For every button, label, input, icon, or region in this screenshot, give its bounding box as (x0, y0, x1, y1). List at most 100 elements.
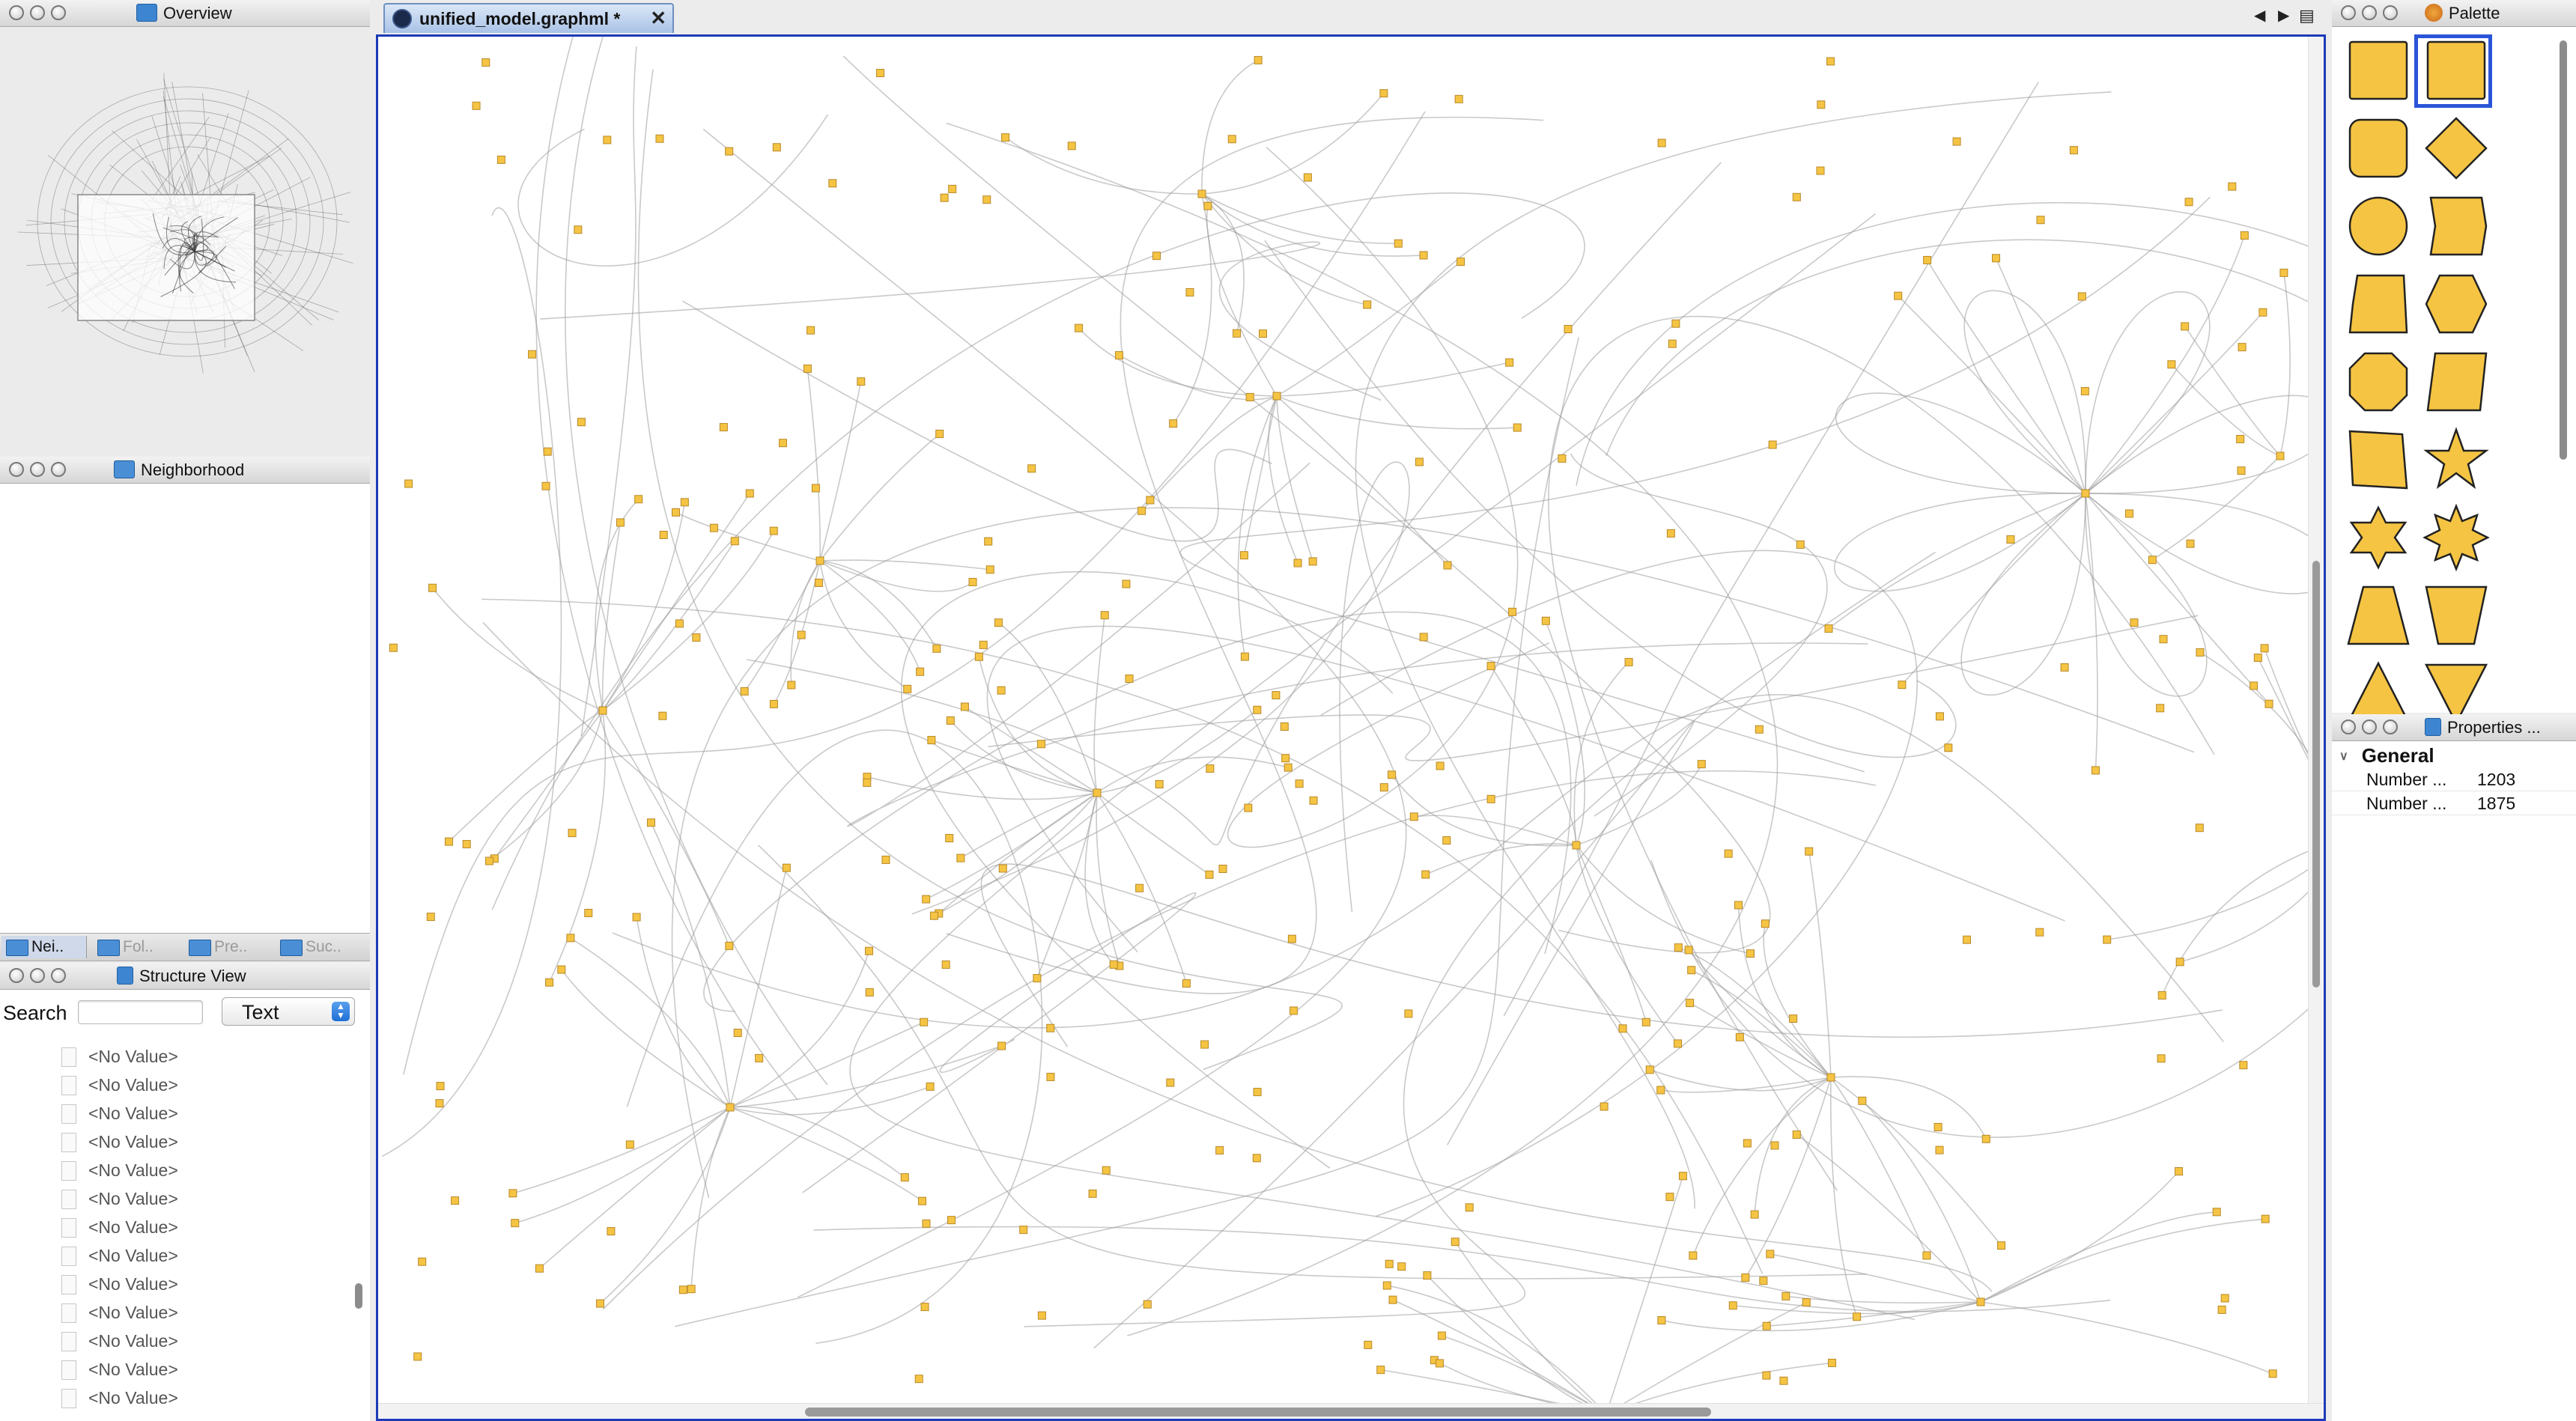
graph-node[interactable] (1858, 1096, 1867, 1105)
maximize-icon[interactable] (51, 5, 66, 20)
graph-node[interactable] (1143, 1300, 1152, 1309)
graph-node[interactable] (1036, 740, 1045, 749)
graph-node[interactable] (2196, 648, 2205, 657)
graph-node[interactable] (1205, 870, 1214, 879)
graph-node[interactable] (828, 179, 837, 188)
graph-node[interactable] (2167, 360, 2176, 369)
graph-node[interactable] (1933, 1122, 1942, 1131)
palette-shape-parallelogram-right[interactable] (2420, 346, 2492, 418)
graph-node[interactable] (2250, 681, 2258, 690)
graph-node[interactable] (815, 556, 824, 565)
graph-node[interactable] (1997, 1241, 2006, 1250)
graph-node[interactable] (1923, 255, 1932, 264)
graph-node[interactable] (900, 1173, 909, 1182)
graph-node[interactable] (413, 1352, 422, 1361)
graph-node[interactable] (2228, 182, 2237, 191)
graph-node[interactable] (1284, 763, 1292, 772)
graph-node[interactable] (541, 481, 550, 490)
graph-node[interactable] (745, 489, 754, 498)
graph-node[interactable] (389, 643, 398, 652)
graph-node[interactable] (1657, 1316, 1666, 1325)
graph-node[interactable] (1564, 325, 1573, 334)
scroll-thumb[interactable] (805, 1408, 1711, 1417)
graph-node[interactable] (1215, 1146, 1224, 1155)
graph-node[interactable] (1240, 652, 1249, 661)
graph-node[interactable] (1169, 419, 1178, 428)
graph-node[interactable] (1894, 291, 1903, 300)
graph-node[interactable] (1280, 722, 1289, 731)
graph-node[interactable] (1541, 616, 1550, 625)
graph-node[interactable] (1218, 864, 1227, 873)
graph-node[interactable] (1645, 1065, 1654, 1074)
graph-node[interactable] (2236, 434, 2245, 443)
graph-node[interactable] (1376, 1366, 1385, 1375)
minimize-icon[interactable] (30, 5, 45, 20)
graph-node[interactable] (428, 583, 437, 592)
graph-node[interactable] (1075, 323, 1084, 332)
graph-drawing[interactable] (378, 37, 2309, 1404)
graph-node[interactable] (436, 1082, 445, 1091)
search-mode-select[interactable]: Text ▲ ▼ (222, 997, 355, 1026)
graph-node[interactable] (451, 1196, 460, 1205)
palette-shape-parallelogram-skew[interactable] (2342, 424, 2414, 496)
graph-node[interactable] (1272, 691, 1281, 700)
graph-node[interactable] (985, 565, 994, 574)
graph-node[interactable] (974, 652, 983, 661)
graph-node[interactable] (1750, 1210, 1759, 1219)
graph-node[interactable] (675, 619, 684, 628)
graph-node[interactable] (984, 537, 993, 546)
graph-node[interactable] (1122, 579, 1131, 588)
palette-shape-octagon[interactable] (2342, 346, 2414, 418)
graph-node[interactable] (1768, 440, 1777, 449)
graph-node[interactable] (956, 853, 965, 862)
graph-node[interactable] (1394, 239, 1403, 248)
graph-node[interactable] (1766, 1250, 1775, 1259)
graph-node[interactable] (1244, 803, 1253, 812)
graph-node[interactable] (903, 684, 912, 693)
graph-node[interactable] (1668, 339, 1677, 348)
palette-shape-trapezoid-inverted[interactable] (2420, 579, 2492, 651)
graph-node[interactable] (1245, 392, 1254, 401)
maximize-icon[interactable] (2383, 5, 2398, 20)
graph-node[interactable] (1746, 949, 1755, 958)
graph-node[interactable] (1657, 139, 1666, 147)
graph-node[interactable] (1435, 1359, 1444, 1368)
graph-node[interactable] (1419, 251, 1428, 260)
graph-node[interactable] (2261, 1214, 2270, 1223)
graph-node[interactable] (769, 526, 778, 535)
graph-node[interactable] (625, 1140, 634, 1149)
graph-node[interactable] (863, 778, 872, 787)
palette-shape-ellipse[interactable] (2342, 190, 2414, 262)
graph-node[interactable] (577, 418, 586, 427)
graph-node[interactable] (535, 1264, 544, 1273)
palette-shape-star8[interactable] (2420, 502, 2492, 573)
graph-node[interactable] (2268, 1369, 2277, 1378)
graph-node[interactable] (778, 439, 787, 448)
close-icon[interactable] (2341, 5, 2356, 20)
graph-node[interactable] (927, 736, 936, 745)
graph-node[interactable] (918, 1196, 927, 1205)
graph-node[interactable] (709, 523, 718, 532)
graph-node[interactable] (2239, 1061, 2248, 1070)
graph-node[interactable] (655, 134, 664, 143)
graph-node[interactable] (680, 498, 689, 507)
graph-node[interactable] (678, 1285, 687, 1294)
graph-node[interactable] (2157, 991, 2166, 999)
graph-node[interactable] (1423, 1271, 1432, 1280)
graph-node[interactable] (1674, 943, 1683, 952)
graph-node[interactable] (740, 687, 749, 696)
graph-node[interactable] (1114, 351, 1123, 360)
graph-node[interactable] (1770, 1141, 1779, 1150)
graph-node[interactable] (2103, 935, 2112, 944)
tab-list-icon[interactable]: ▤ (2299, 6, 2315, 25)
graph-node[interactable] (1404, 1009, 1413, 1018)
graph-node[interactable] (929, 911, 938, 920)
graph-node[interactable] (2220, 1294, 2229, 1303)
graph-node[interactable] (1388, 770, 1397, 779)
minimize-icon[interactable] (30, 462, 45, 477)
graph-node[interactable] (598, 706, 607, 715)
graph-node[interactable] (2264, 699, 2273, 708)
graph-node[interactable] (2212, 1208, 2221, 1217)
graph-node[interactable] (2157, 1054, 2166, 1063)
graph-node[interactable] (769, 699, 778, 708)
